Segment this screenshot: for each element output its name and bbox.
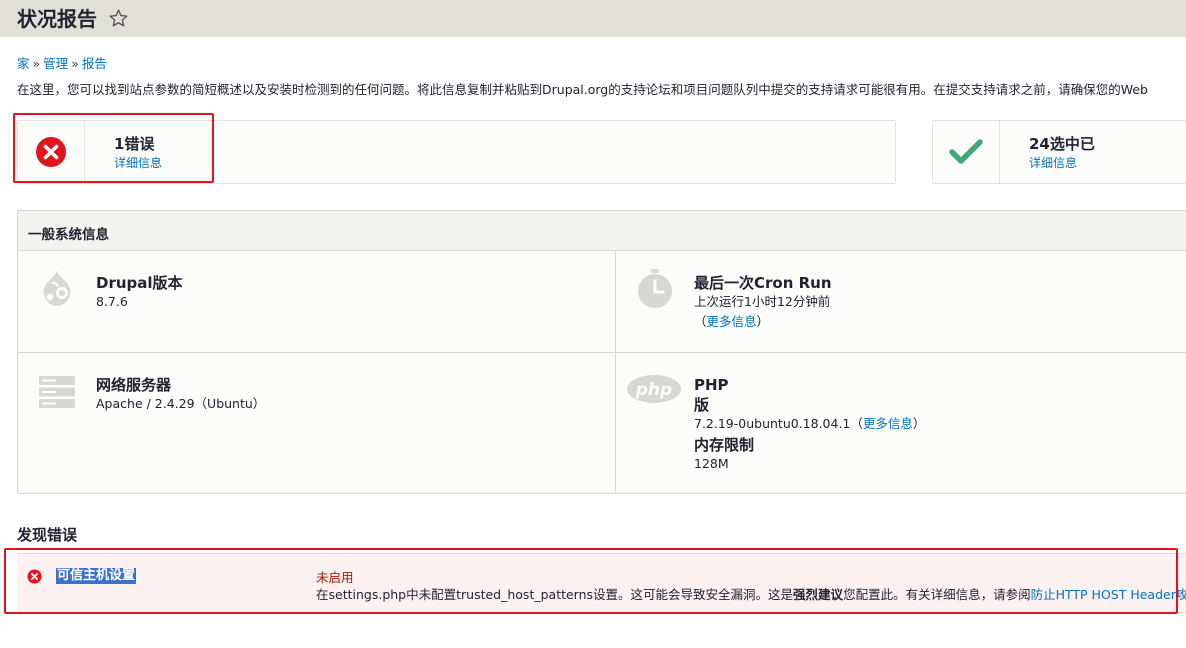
- cron-more-info: （更多信息）: [694, 314, 769, 330]
- paren-open: （: [850, 416, 863, 431]
- checked-counter: 24选中已 详细信息: [932, 120, 1186, 184]
- drupal-version-title: Drupal版本: [96, 274, 183, 292]
- php-cell: php PHP 版 7.2.19-0ubuntu0.18.04.1（更多信息） …: [616, 353, 1186, 493]
- error-details-link[interactable]: 详细信息: [114, 156, 162, 171]
- breadcrumb-separator: »: [32, 56, 41, 71]
- http-host-attack-link[interactable]: 防止HTTP HOST Header攻击: [1031, 587, 1186, 602]
- php-version-label: 版: [694, 396, 710, 414]
- drupal-version-cell: Drupal版本 8.7.6: [18, 251, 615, 352]
- breadcrumb-separator: »: [71, 56, 79, 71]
- page-title: 状况报告: [17, 7, 97, 31]
- webserver-title: 网络服务器: [96, 376, 172, 394]
- error-row: 可信主机设置 未启用 在settings.php中未配置trusted_host…: [17, 553, 1186, 613]
- checked-counter-icon-cell: [933, 121, 1000, 183]
- general-system-info: 一般系统信息 Drupal版本 8.7.6 最后一次Cron Run 上次运行1…: [17, 210, 1186, 494]
- error-status: 未启用: [316, 570, 354, 585]
- checked-counter-title: 24选中已: [1029, 135, 1095, 153]
- php-memory-value: 128M: [694, 456, 729, 471]
- webserver-value: Apache / 2.4.29（Ubuntu）: [96, 396, 266, 411]
- cron-cell: 最后一次Cron Run 上次运行1小时12分钟前 （更多信息）: [616, 251, 1186, 352]
- general-info-heading: 一般系统信息: [28, 227, 109, 243]
- breadcrumb-reports[interactable]: 报告: [82, 56, 107, 71]
- php-version-text: 7.2.19-0ubuntu0.18.04.1: [694, 416, 851, 431]
- php-version-value: 7.2.19-0ubuntu0.18.04.1（更多信息）: [694, 416, 925, 432]
- cron-more-info-link[interactable]: 更多信息: [707, 314, 757, 329]
- server-icon: [39, 376, 75, 408]
- error-counter: 1错误 详细信息: [17, 120, 896, 184]
- paren-open: （: [694, 314, 707, 329]
- svg-text:php: php: [635, 380, 672, 400]
- error-counter-title: 1错误: [114, 135, 155, 153]
- checked-details-link[interactable]: 详细信息: [1029, 156, 1077, 171]
- error-x-icon: [36, 137, 66, 167]
- intro-text: 在这里，您可以找到站点参数的简短概述以及安装时检测到的任何问题。将此信息复制并粘…: [17, 82, 1148, 97]
- paren-close: ）: [912, 416, 926, 431]
- drupal-logo-icon: [43, 271, 71, 306]
- php-memory-label: 内存限制: [694, 436, 755, 454]
- error-counter-icon-cell: [18, 121, 85, 183]
- php-title: PHP: [694, 376, 729, 394]
- error-desc-text: 在settings.php中未配置trusted_host_patterns设置…: [316, 587, 794, 602]
- webserver-cell: 网络服务器 Apache / 2.4.29（Ubuntu）: [18, 353, 615, 493]
- page-header: 状况报告: [0, 0, 1186, 37]
- breadcrumb: 家» 管理» 报告: [17, 56, 107, 72]
- error-description: 在settings.php中未配置trusted_host_patterns设置…: [316, 587, 1186, 603]
- error-desc-text-2: 您配置此。有关详细信息，请参阅: [843, 587, 1031, 602]
- php-logo-icon: php: [627, 375, 681, 403]
- errors-heading: 发现错误: [17, 526, 78, 544]
- cron-last-run: 上次运行1小时12分钟前: [694, 294, 831, 309]
- general-info-header: 一般系统信息: [18, 211, 1186, 251]
- error-name[interactable]: 可信主机设置: [56, 568, 137, 584]
- error-desc-strong: 强烈建议: [793, 587, 844, 602]
- checkmark-icon: [949, 139, 983, 164]
- cron-title: 最后一次Cron Run: [694, 274, 832, 292]
- breadcrumb-admin[interactable]: 管理: [43, 56, 68, 71]
- error-x-icon: [27, 569, 42, 584]
- php-more-info-link[interactable]: 更多信息: [863, 416, 913, 431]
- star-outline-icon[interactable]: [108, 8, 129, 29]
- breadcrumb-home[interactable]: 家: [17, 56, 30, 71]
- clock-icon: [638, 269, 672, 308]
- drupal-version-value: 8.7.6: [96, 294, 128, 309]
- paren-close: ）: [756, 314, 770, 329]
